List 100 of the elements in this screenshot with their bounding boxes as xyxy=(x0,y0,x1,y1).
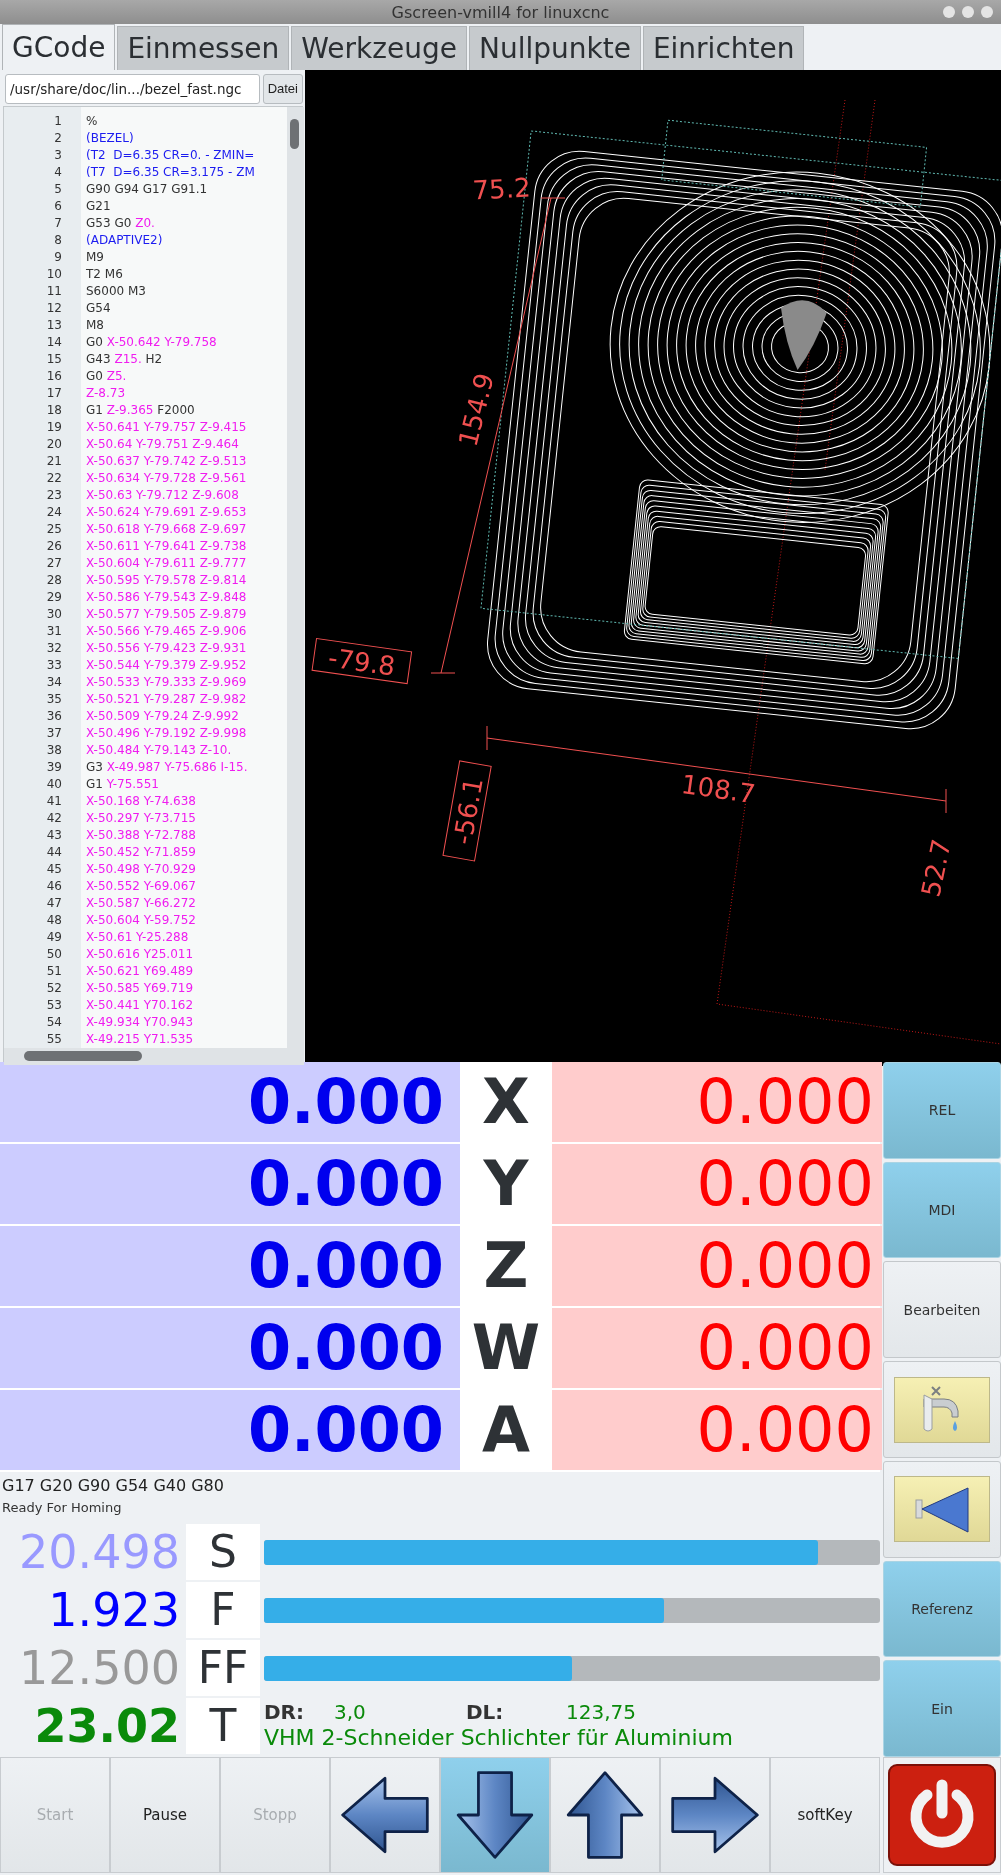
tab[interactable]: Einmessen xyxy=(117,26,290,70)
side-button[interactable]: MDI xyxy=(883,1161,1001,1259)
line-number: 29 xyxy=(45,589,62,606)
rate-label: S xyxy=(186,1524,260,1580)
line-number: 42 xyxy=(45,810,62,827)
gcode-line: G0 X-50.642 Y-79.758 xyxy=(86,334,218,351)
gcode-line: G0 Z5. xyxy=(86,368,128,385)
line-number: 17 xyxy=(45,385,62,402)
gcode-line: X-50.64 Y-79.751 Z-9.464 xyxy=(86,436,240,453)
line-number: 8 xyxy=(53,232,62,249)
line-number: 36 xyxy=(45,708,62,725)
tool-description: VHM 2-Schneider Schlichter für Aluminium xyxy=(264,1724,734,1752)
gcode-line: (BEZEL) xyxy=(86,130,135,147)
side-button[interactable]: Referenz xyxy=(883,1560,1001,1658)
line-number: 55 xyxy=(45,1031,62,1048)
gcode-line: X-50.577 Y-79.505 Z-9.879 xyxy=(86,606,248,623)
open-file-button[interactable]: Datei xyxy=(262,74,303,104)
gcode-line: X-50.484 Y-79.143 Z-10. xyxy=(86,742,233,759)
line-number: 27 xyxy=(45,555,62,572)
mist-button[interactable] xyxy=(883,1460,1001,1558)
line-number: 28 xyxy=(45,572,62,589)
absolute-position-readout: 0.000 xyxy=(0,1062,460,1142)
line-number: 39 xyxy=(45,759,62,776)
jog-button[interactable] xyxy=(550,1757,660,1873)
line-number: 35 xyxy=(45,691,62,708)
relative-position-readout: 0.000 xyxy=(552,1062,882,1142)
line-number: 30 xyxy=(45,606,62,623)
jog-button[interactable] xyxy=(660,1757,770,1873)
line-number: 47 xyxy=(45,895,62,912)
line-number: 51 xyxy=(45,963,62,980)
line-number: 53 xyxy=(45,997,62,1014)
line-number: 22 xyxy=(45,470,62,487)
line-number: 41 xyxy=(45,793,62,810)
gcode-line: X-50.637 Y-79.742 Z-9.513 xyxy=(86,453,248,470)
side-button[interactable]: Bearbeiten xyxy=(883,1261,1001,1359)
rate-label: F xyxy=(186,1582,260,1638)
line-number: 32 xyxy=(45,640,62,657)
tab[interactable]: Nullpunkte xyxy=(468,26,641,70)
horizontal-scrollbar[interactable] xyxy=(4,1048,304,1065)
gcode-line: M8 xyxy=(86,317,105,334)
gcode-line: % xyxy=(86,113,99,130)
minimize-button[interactable] xyxy=(943,6,955,18)
gcode-line: X-50.521 Y-79.287 Z-9.982 xyxy=(86,691,248,708)
length-label: DL: xyxy=(466,1700,505,1724)
close-button[interactable] xyxy=(981,6,993,18)
line-number: 21 xyxy=(45,453,62,470)
control-button[interactable]: softKey xyxy=(770,1757,880,1873)
length-value: 123,75 xyxy=(566,1700,636,1724)
line-number: 9 xyxy=(53,249,62,266)
gcode-line: X-50.585 Y69.719 xyxy=(86,980,195,997)
gcode-line: X-50.496 Y-79.192 Z-9.998 xyxy=(86,725,248,742)
relative-position-readout: 0.000 xyxy=(552,1390,882,1470)
line-number: 14 xyxy=(45,334,62,351)
line-number: 4 xyxy=(53,164,62,181)
gcode-line: X-50.587 Y-66.272 xyxy=(86,895,197,912)
gcode-line: X-50.566 Y-79.465 Z-9.906 xyxy=(86,623,248,640)
control-button[interactable]: Pause xyxy=(110,1757,220,1873)
gcode-line: X-50.624 Y-79.691 Z-9.653 xyxy=(86,504,248,521)
gcode-line: G21 xyxy=(86,198,112,215)
absolute-position-readout: 0.000 xyxy=(0,1144,460,1224)
rate-readout: 1.923 xyxy=(47,1582,181,1638)
gcode-line: X-50.586 Y-79.543 Z-9.848 xyxy=(86,589,248,606)
tab[interactable]: Werkzeuge xyxy=(291,26,467,70)
power-button[interactable] xyxy=(883,1757,1001,1873)
dimension-label: 154.9 xyxy=(452,370,500,450)
dimension-label: -79.8 xyxy=(311,638,413,685)
dimension-label: -56.1 xyxy=(442,760,492,862)
jog-button[interactable] xyxy=(330,1757,440,1873)
vertical-scrollbar[interactable] xyxy=(287,107,304,1048)
dimension-label: 52.7 xyxy=(915,836,957,900)
file-path-field[interactable]: /usr/share/doc/lin.../bezel_fast.ngc xyxy=(5,74,260,104)
line-number: 52 xyxy=(45,980,62,997)
line-number: 25 xyxy=(45,521,62,538)
power-icon xyxy=(887,1763,997,1867)
faucet-icon xyxy=(894,1376,990,1443)
gcode-line: G90 G94 G17 G91.1 xyxy=(86,181,209,198)
relative-position-readout: 0.000 xyxy=(552,1308,882,1388)
maximize-button[interactable] xyxy=(962,6,974,18)
gcode-line: T2 M6 xyxy=(86,266,124,283)
side-button[interactable]: REL xyxy=(883,1062,1001,1159)
gcode-line: (ADAPTIVE2) xyxy=(86,232,164,249)
gcode-line: X-50.498 Y-70.929 xyxy=(86,861,197,878)
line-number: 18 xyxy=(45,402,62,419)
gcode-line: X-50.297 Y-73.715 xyxy=(86,810,197,827)
gcode-line: X-50.641 Y-79.757 Z-9.415 xyxy=(86,419,248,436)
side-button[interactable]: Ein xyxy=(883,1660,1001,1758)
line-number: 40 xyxy=(45,776,62,793)
line-number: 3 xyxy=(53,147,62,164)
line-number: 23 xyxy=(45,487,62,504)
tab[interactable]: Einrichten xyxy=(642,26,805,70)
line-number: 5 xyxy=(53,181,62,198)
line-number: 46 xyxy=(45,878,62,895)
gcode-line: X-50.616 Y25.011 xyxy=(86,946,195,963)
gcode-line: X-50.556 Y-79.423 Z-9.931 xyxy=(86,640,248,657)
spray-nozzle-icon xyxy=(894,1476,990,1543)
jog-button[interactable] xyxy=(440,1757,550,1873)
gcode-line: X-50.552 Y-69.067 xyxy=(86,878,197,895)
gcode-line: X-50.452 Y-71.859 xyxy=(86,844,197,861)
rate-readout: 20.498 xyxy=(18,1524,181,1580)
tab[interactable]: GCode xyxy=(2,24,116,70)
